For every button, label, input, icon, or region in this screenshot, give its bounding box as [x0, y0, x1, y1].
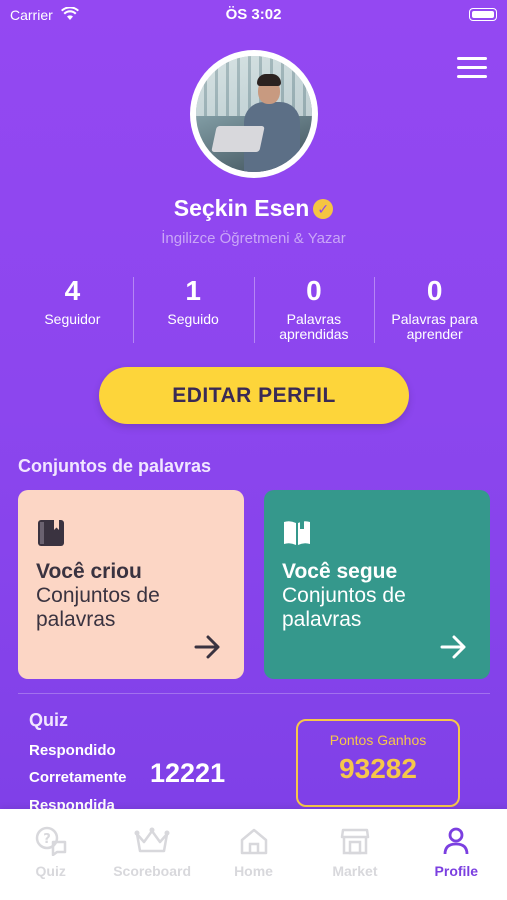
quiz-chat-icon: ? [0, 825, 101, 857]
stat-label: Palavras aprendidas [279, 311, 349, 342]
crown-icon [101, 825, 202, 857]
stat-label: Seguidor [44, 311, 101, 327]
points-earned-box: Pontos Ganhos 93282 [296, 719, 460, 807]
open-book-icon [282, 518, 312, 553]
tab-scoreboard[interactable]: Scoreboard [101, 809, 202, 900]
profile-photo [196, 56, 312, 172]
store-icon [304, 825, 405, 857]
quiz-correct-label: Corretamente [29, 769, 127, 786]
stat-label: Palavras para aprender [391, 311, 478, 342]
card-title: Você segue [282, 560, 398, 583]
avatar[interactable] [190, 50, 318, 178]
stat-label: Seguido [167, 311, 219, 327]
status-bar: Carrier ÖS 3:02 [0, 0, 507, 30]
stat-followers[interactable]: 4 Seguidor [12, 275, 133, 345]
tab-label: Market [332, 863, 378, 879]
stats-row: 4 Seguidor 1 Seguido 0 Palavras aprendid… [12, 275, 495, 345]
points-value: 93282 [339, 753, 417, 784]
svg-text:?: ? [43, 832, 51, 847]
card-subtitle: Conjuntos de palavras [36, 584, 160, 631]
quiz-correct-value: 12221 [150, 758, 226, 788]
home-icon [203, 825, 304, 857]
stat-value: 0 [306, 275, 322, 306]
stat-following[interactable]: 1 Seguido [132, 275, 254, 345]
profile-name-text: Seçkin Esen [173, 195, 310, 221]
tab-market[interactable]: Market [304, 809, 405, 900]
arrow-right-icon [194, 633, 222, 667]
stat-words-learned[interactable]: 0 Palavras aprendidas [253, 275, 375, 345]
stat-value: 0 [426, 275, 443, 306]
tab-bar: ? Quiz Scoreboard Home Market Profile [0, 809, 507, 900]
section-title: Conjuntos de palavras [18, 456, 212, 476]
card-title: Você criou [36, 560, 142, 583]
tab-home[interactable]: Home [203, 809, 304, 900]
tab-profile[interactable]: Profile [406, 809, 507, 900]
quiz-answered-label: Respondido [29, 742, 116, 759]
tab-quiz[interactable]: ? Quiz [0, 809, 101, 900]
profile-subtitle: İngilizce Öğretmeni & Yazar [161, 230, 346, 247]
stat-words-to-learn[interactable]: 0 Palavras para aprender [374, 275, 495, 345]
stat-value: 1 [185, 275, 201, 306]
hamburger-menu-icon[interactable] [457, 57, 487, 81]
tab-label: Scoreboard [113, 863, 192, 879]
followed-sets-card[interactable]: Você segue Conjuntos de palavras [264, 490, 490, 679]
tab-label: Home [234, 863, 273, 879]
book-icon [36, 518, 66, 553]
edit-profile-button[interactable]: EDITAR PERFIL [99, 367, 409, 424]
stat-value: 4 [64, 275, 81, 306]
person-icon [406, 825, 507, 857]
battery-icon [469, 8, 497, 21]
created-sets-card[interactable]: Você criou Conjuntos de palavras [18, 490, 244, 679]
tab-label: Quiz [35, 863, 66, 879]
card-subtitle: Conjuntos de palavras [282, 584, 406, 631]
clock: ÖS 3:02 [225, 6, 282, 23]
tab-label: Profile [434, 863, 479, 879]
profile-name: Seçkin Esen ✓ [0, 195, 507, 222]
quiz-title: Quiz [29, 710, 68, 730]
check-badge-icon: ✓ [313, 199, 334, 219]
arrow-right-icon [440, 633, 468, 667]
points-label: Pontos Ganhos [329, 732, 427, 748]
divider [18, 693, 490, 694]
